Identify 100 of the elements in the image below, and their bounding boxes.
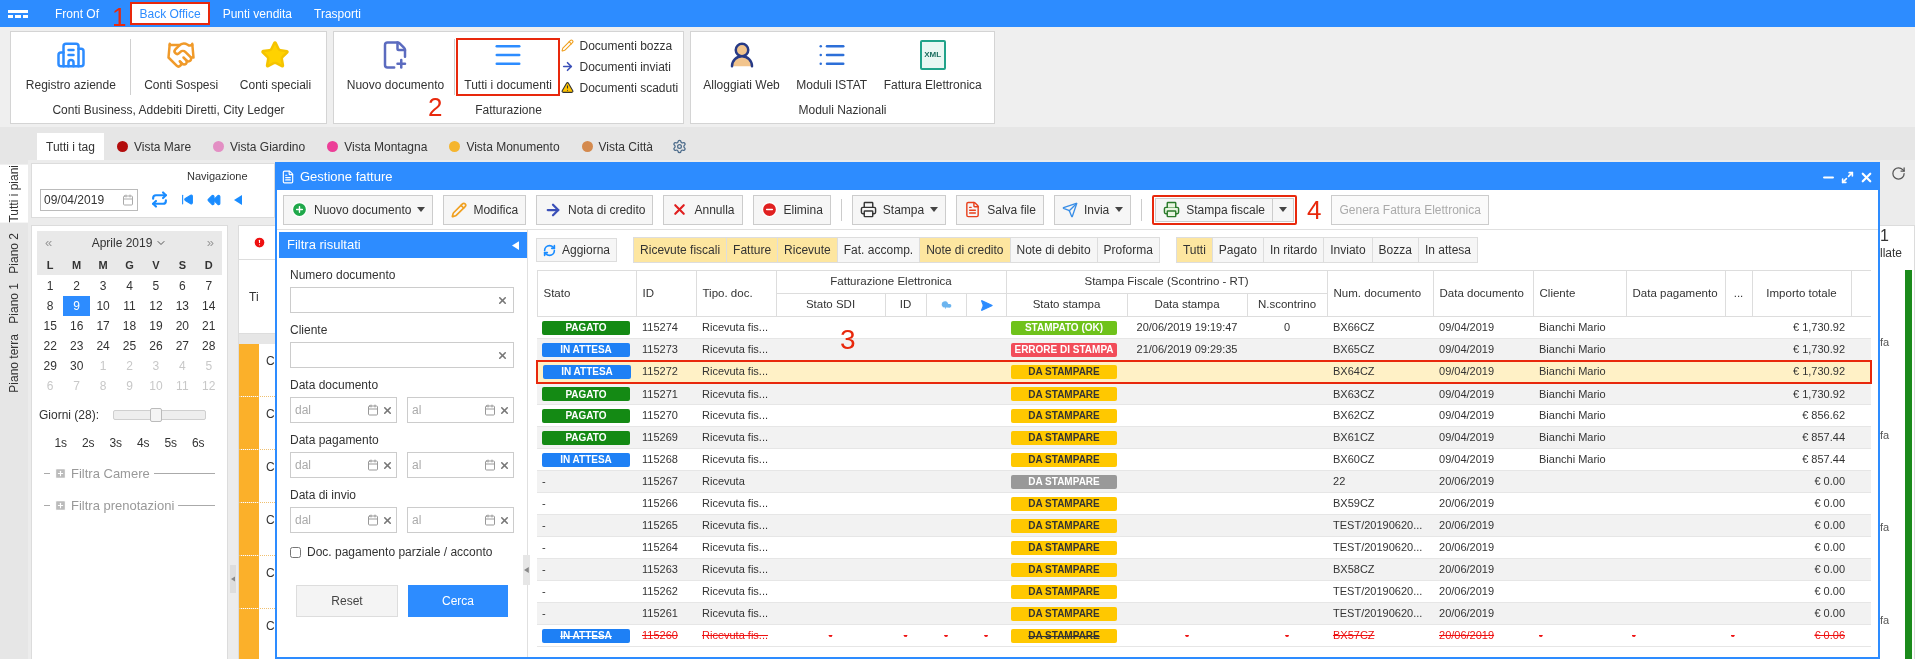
- toolbar-button[interactable]: Invia: [1053, 194, 1132, 225]
- checkbox[interactable]: [290, 546, 301, 558]
- floor-tab[interactable]: Tutti i piani: [0, 165, 28, 223]
- calendar-day[interactable]: 16: [63, 316, 90, 336]
- tag-tab[interactable]: Vista Giardino: [204, 133, 315, 160]
- weeks-link[interactable]: 2s: [81, 434, 95, 452]
- clear-icon[interactable]: [497, 349, 508, 361]
- table-row[interactable]: IN ATTESA 115268 Ricevuta fis... DA STAMPARE BX60CZ 09/04/2019 Bianchi Mario € 857.44: [537, 448, 1871, 471]
- table-row[interactable]: PAGATO 115271 Ricevuta fis... DA STAMPARE BX63CZ 09/04/2019 Bianchi Mario € 1,730.92: [537, 382, 1871, 405]
- refresh-button[interactable]: Aggiorna: [536, 238, 618, 262]
- calendar-day[interactable]: 5: [142, 276, 170, 296]
- calendar-icon[interactable]: [484, 459, 496, 471]
- ribbon-button[interactable]: Conti Sospesi: [136, 37, 227, 96]
- first-icon[interactable]: [181, 193, 194, 206]
- date-field[interactable]: al: [407, 452, 514, 478]
- filter-toggle[interactable]: Note di credito: [920, 238, 1011, 262]
- tag-tab[interactable]: Vista Mare: [107, 133, 201, 160]
- ribbon-link[interactable]: Documenti inviati: [561, 57, 679, 76]
- calendar-day[interactable]: 1: [37, 276, 64, 296]
- clear-icon[interactable]: [382, 404, 393, 416]
- calendar-day[interactable]: 13: [169, 296, 196, 316]
- toolbar-button[interactable]: Stampa fiscale: [1152, 194, 1297, 225]
- filter-toggle[interactable]: Ricevute: [778, 238, 838, 262]
- date-field[interactable]: al: [407, 397, 514, 423]
- calendar-day[interactable]: 24: [89, 336, 117, 356]
- ribbon-button[interactable]: Alloggiati Web: [695, 37, 788, 96]
- floor-tab[interactable]: Piano terra: [0, 334, 28, 393]
- filter-toggle[interactable]: Pagato: [1212, 238, 1264, 262]
- repeat-icon[interactable]: [151, 191, 168, 208]
- refresh-icon[interactable]: [1891, 166, 1906, 181]
- date-field[interactable]: al: [407, 507, 514, 533]
- weeks-link[interactable]: 6s: [191, 434, 205, 452]
- weeks-link[interactable]: 4s: [136, 434, 150, 452]
- calendar-day[interactable]: 3: [89, 276, 117, 296]
- expand-icon[interactable]: [54, 498, 67, 512]
- ribbon-button[interactable]: Conti speciali: [231, 37, 320, 96]
- rewind-icon[interactable]: [207, 192, 221, 207]
- filter-toggle[interactable]: Bozza: [1372, 238, 1419, 262]
- calendar-day[interactable]: 6: [169, 276, 196, 296]
- toolbar-button[interactable]: Stampa: [851, 194, 947, 225]
- filter-toggle[interactable]: Proforma: [1097, 238, 1159, 262]
- clear-icon[interactable]: [382, 514, 393, 526]
- table-row[interactable]: PAGATO 115270 Ricevuta fis... DA STAMPARE BX62CZ 09/04/2019 Bianchi Mario € 856.62: [537, 404, 1871, 427]
- slider-thumb[interactable]: [149, 408, 162, 422]
- calendar-day[interactable]: 11: [116, 296, 143, 316]
- calendar-day[interactable]: 18: [116, 316, 143, 336]
- calendar-icon[interactable]: [367, 459, 379, 471]
- calendar-day[interactable]: 28: [195, 336, 222, 356]
- calendar-day[interactable]: 12: [142, 296, 170, 316]
- clear-icon[interactable]: [497, 294, 508, 306]
- calendar-day[interactable]: 26: [142, 336, 170, 356]
- calendar-day[interactable]: 15: [37, 316, 64, 336]
- expand-icon[interactable]: [54, 467, 67, 481]
- clear-icon[interactable]: [382, 459, 393, 471]
- ribbon-button[interactable]: Registro aziende: [17, 37, 124, 96]
- ribbon-link[interactable]: Documenti bozza: [561, 36, 679, 55]
- calendar-day[interactable]: 25: [116, 336, 143, 356]
- date-field[interactable]: 09/04/2019: [40, 188, 138, 211]
- tag-tab[interactable]: Vista Monumento: [440, 133, 569, 160]
- toolbar-button[interactable]: Elimina: [752, 194, 831, 225]
- clear-icon[interactable]: [499, 459, 510, 471]
- calendar-day[interactable]: 14: [195, 296, 222, 316]
- weeks-link[interactable]: 1s: [54, 434, 68, 452]
- calendar-day[interactable]: 29: [37, 356, 64, 376]
- collapse-icon[interactable]: [511, 240, 519, 250]
- filter-toggle[interactable]: Fat. accomp.: [837, 238, 921, 262]
- floor-tab[interactable]: Piano 2: [0, 232, 28, 274]
- table-row[interactable]: - 115263 Ricevuta fis... DA STAMPARE BX58CZ 20/06/2019 € 0.00: [537, 558, 1871, 581]
- calendar-day[interactable]: 22: [37, 336, 64, 356]
- table-row[interactable]: - 115265 Ricevuta fis... DA STAMPARE TEST/20190620... 20/06/2019 € 0.00: [537, 514, 1871, 537]
- input-field[interactable]: [290, 342, 514, 368]
- collapse-arrow-icon[interactable]: [230, 576, 236, 582]
- date-field[interactable]: dal: [290, 507, 397, 533]
- maximize-icon[interactable]: [1841, 170, 1854, 184]
- table-row[interactable]: PAGATO 115269 Ricevuta fis... DA STAMPARE BX61CZ 09/04/2019 Bianchi Mario € 857.44: [537, 426, 1871, 449]
- table-row[interactable]: - 115267 Ricevuta DA STAMPARE 22 20/06/2019 € 0.00: [537, 470, 1871, 493]
- filter-toggle[interactable]: Fatture: [727, 238, 779, 262]
- keyboard-icon[interactable]: [8, 9, 28, 18]
- table-row[interactable]: - 115262 Ricevuta fis... DA STAMPARE TEST/20190620... 20/06/2019 € 0.00: [537, 580, 1871, 603]
- table-row[interactable]: - 115264 Ricevuta fis... DA STAMPARE TEST/20190620... 20/06/2019 € 0.00: [537, 536, 1871, 559]
- calendar-day[interactable]: 17: [89, 316, 117, 336]
- collapse-handle[interactable]: [523, 555, 530, 585]
- filter-toggle[interactable]: In ritardo: [1263, 238, 1325, 262]
- toolbar-button[interactable]: Nuovo documento: [283, 194, 434, 225]
- filter-toggle[interactable]: Ricevute fiscali: [634, 238, 728, 262]
- calendar-icon[interactable]: [367, 514, 379, 526]
- weeks-link[interactable]: 3s: [109, 434, 123, 452]
- date-field[interactable]: dal: [290, 397, 397, 423]
- calendar-day[interactable]: 21: [195, 316, 222, 336]
- clear-icon[interactable]: [499, 404, 510, 416]
- filter-toggle[interactable]: Tutti: [1176, 238, 1213, 262]
- month-selector[interactable]: Aprile 2019: [91, 234, 168, 252]
- collapse-arrow-icon[interactable]: [524, 567, 529, 573]
- table-row[interactable]: - 115261 Ricevuta fis... DA STAMPARE TEST/20190620... 20/06/2019 € 0.00: [537, 602, 1871, 625]
- table-row[interactable]: IN ATTESA 115272 Ricevuta fis... DA STAMPARE BX64CZ 09/04/2019 Bianchi Mario € 1,730.92: [537, 360, 1871, 383]
- collapse-handle[interactable]: [230, 565, 236, 593]
- toolbar-button[interactable]: Nota di credito: [536, 194, 654, 225]
- calendar-day[interactable]: 30: [63, 356, 90, 376]
- calendar-icon[interactable]: [484, 514, 496, 526]
- weeks-link[interactable]: 5s: [164, 434, 178, 452]
